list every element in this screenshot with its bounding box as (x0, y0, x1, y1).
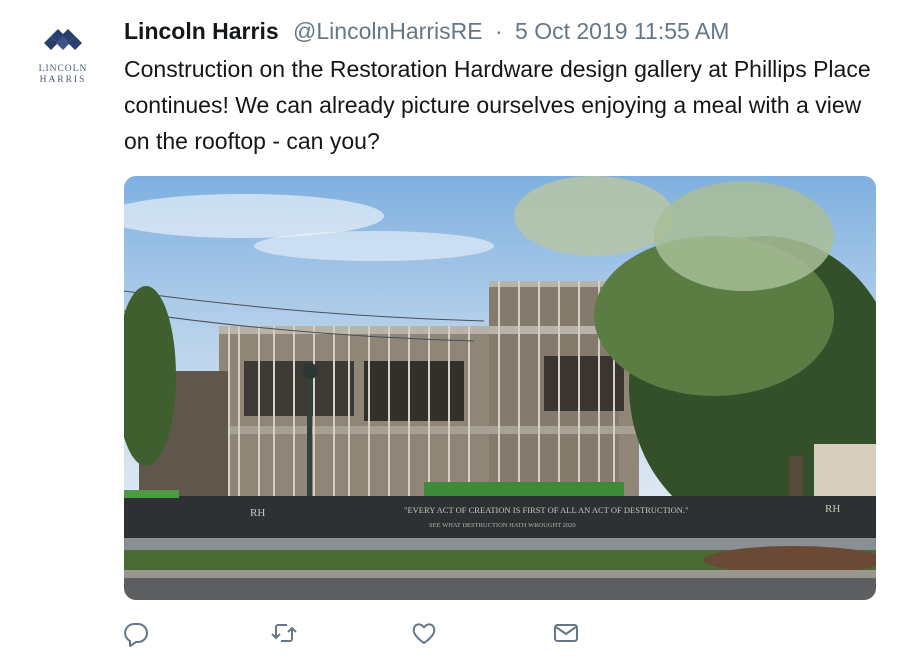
retweet-icon (271, 624, 297, 642)
tweet-text: Construction on the Restoration Hardware… (124, 56, 871, 154)
banner-subline: SEE WHAT DESTRUCTION HATH WROUGHT 2020 (429, 522, 576, 529)
author-avatar[interactable]: LINCOLN HARRIS (22, 26, 104, 92)
direct-message-button[interactable] (551, 618, 581, 648)
banner-quote: "EVERY ACT OF CREATION IS FIRST OF ALL A… (404, 505, 689, 515)
banner-logo-left: RH (250, 507, 265, 519)
tweet-photo[interactable]: "EVERY ACT OF CREATION IS FIRST OF ALL A… (124, 176, 876, 600)
envelope-icon (554, 624, 578, 642)
logo-text-line1: LINCOLN (38, 64, 88, 74)
reply-icon (124, 623, 148, 647)
like-button[interactable] (409, 618, 439, 648)
retweet-button[interactable] (269, 618, 299, 648)
author-handle[interactable]: @LincolnHarrisRE (293, 18, 483, 44)
heart-icon (412, 623, 436, 644)
lincoln-harris-logo-icon (44, 29, 82, 50)
author-name[interactable]: Lincoln Harris (124, 18, 279, 44)
separator-dot: · (494, 18, 503, 44)
reply-button[interactable] (121, 618, 151, 648)
construction-site-photo: "EVERY ACT OF CREATION IS FIRST OF ALL A… (124, 176, 876, 600)
logo-text-line2: HARRIS (39, 75, 87, 85)
tweet-timestamp[interactable]: 5 Oct 2019 11:55 AM (515, 18, 729, 44)
tweet-header: Lincoln Harris @LincolnHarrisRE · 5 Oct … (124, 16, 729, 46)
banner-logo-right: RH (825, 503, 840, 515)
